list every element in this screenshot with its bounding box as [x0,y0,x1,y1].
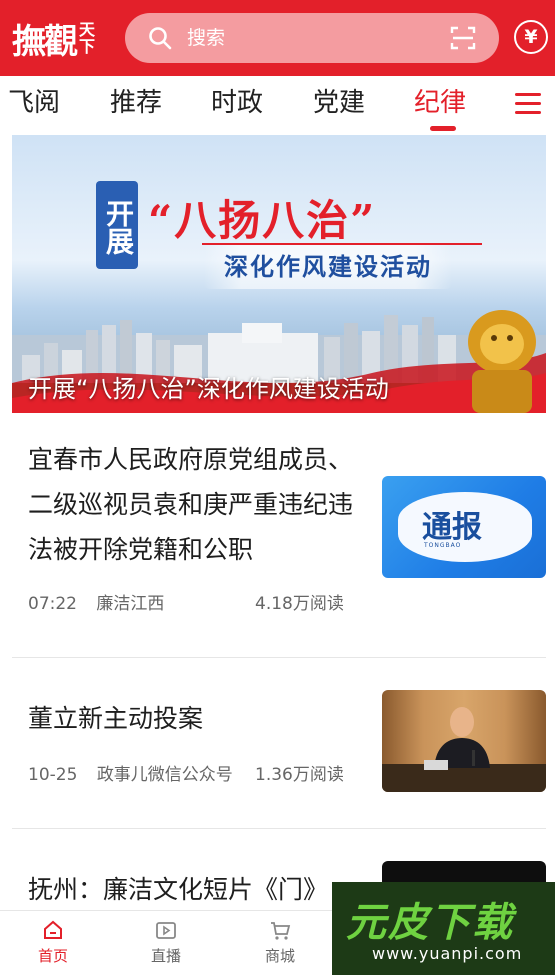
tab-feiyue[interactable]: 飞阅 [8,86,60,120]
news-title: 董立新主动投案 [28,704,204,733]
site-watermark: 元皮下载 www.yuanpi.com [332,882,555,975]
app-screen: 撫觀 天 下 搜索 ¥ 飞阅 推荐 时政 党建 纪律 开展 “八扬八治” 深化作… [0,0,555,975]
nav-mall-label: 商城 [264,947,295,965]
app-logo[interactable]: 撫觀 天 下 [12,16,95,62]
notice-thumb-subtext: TONGBAO [424,542,462,549]
search-icon [149,27,172,50]
news-title: 抚州：廉洁文化短片《门》 [28,875,329,904]
tab-recommend[interactable]: 推荐 [110,86,162,120]
cart-icon [271,922,291,940]
tab-party-building[interactable]: 党建 [313,86,365,120]
search-placeholder: 搜索 [187,27,226,49]
logo-small-top: 天 [79,20,96,39]
category-tabs: 飞阅 推荐 时政 党建 纪律 [0,76,555,134]
watermark-url: www.yuanpi.com [372,944,523,963]
news-meta: 07:22 廉洁江西 4.18万阅读 [28,589,344,614]
watermark-title: 元皮下载 [346,900,514,946]
scan-icon[interactable] [450,25,476,51]
feature-banner[interactable]: 开展 “八扬八治” 深化作风建设活动 开展“八扬八治”深化作风建设活动 [12,135,546,413]
logo-main-text: 撫觀 [12,21,78,62]
news-time: 07:22 [28,594,77,614]
live-icon [156,922,176,939]
news-read-count: 4.18万阅读 [255,594,344,614]
news-thumbnail [382,690,546,792]
home-icon [44,920,62,939]
nav-home[interactable]: 首页 [23,919,83,966]
banner-headline: “八扬八治” [148,196,377,245]
search-bar[interactable]: 搜索 [125,13,499,63]
tab-discipline[interactable]: 纪律 [414,86,466,120]
news-thumbnail: 通报 TONGBAO [382,476,546,578]
nav-home-label: 首页 [37,947,68,965]
list-divider [12,828,546,829]
banner-subheadline: 深化作风建设活动 [204,245,452,289]
nav-live[interactable]: 直播 [136,919,196,966]
news-title: 宜春市人民政府原党组成员、二级巡视员袁和庚严重违纪违法被开除党籍和公职 [28,445,354,564]
wallet-symbol: ¥ [524,26,538,48]
news-read-count: 1.36万阅读 [255,765,344,785]
news-meta: 10-25 政事儿微信公众号 1.36万阅读 [28,760,344,785]
speaker-photo [382,707,546,792]
news-time: 10-25 [28,765,78,785]
active-tab-indicator [430,126,456,131]
notice-thumb-text: 通报 [422,510,482,545]
nav-live-label: 直播 [150,947,181,965]
menu-icon[interactable] [515,93,541,115]
logo-small-bottom: 下 [79,37,96,56]
list-divider [12,657,546,658]
golden-lion-image [468,310,536,413]
tab-politics[interactable]: 时政 [211,86,263,120]
wallet-icon[interactable]: ¥ [514,20,548,54]
top-header: 撫觀 天 下 搜索 ¥ [0,0,555,76]
banner-caption: 开展“八扬八治”深化作风建设活动 [28,375,389,403]
nav-mall[interactable]: 商城 [250,919,310,966]
banner-badge: 开展 [96,181,138,269]
news-source: 政事儿微信公众号 [96,765,233,785]
logo-small-text: 天 下 [79,21,95,55]
news-source: 廉洁江西 [96,594,165,614]
